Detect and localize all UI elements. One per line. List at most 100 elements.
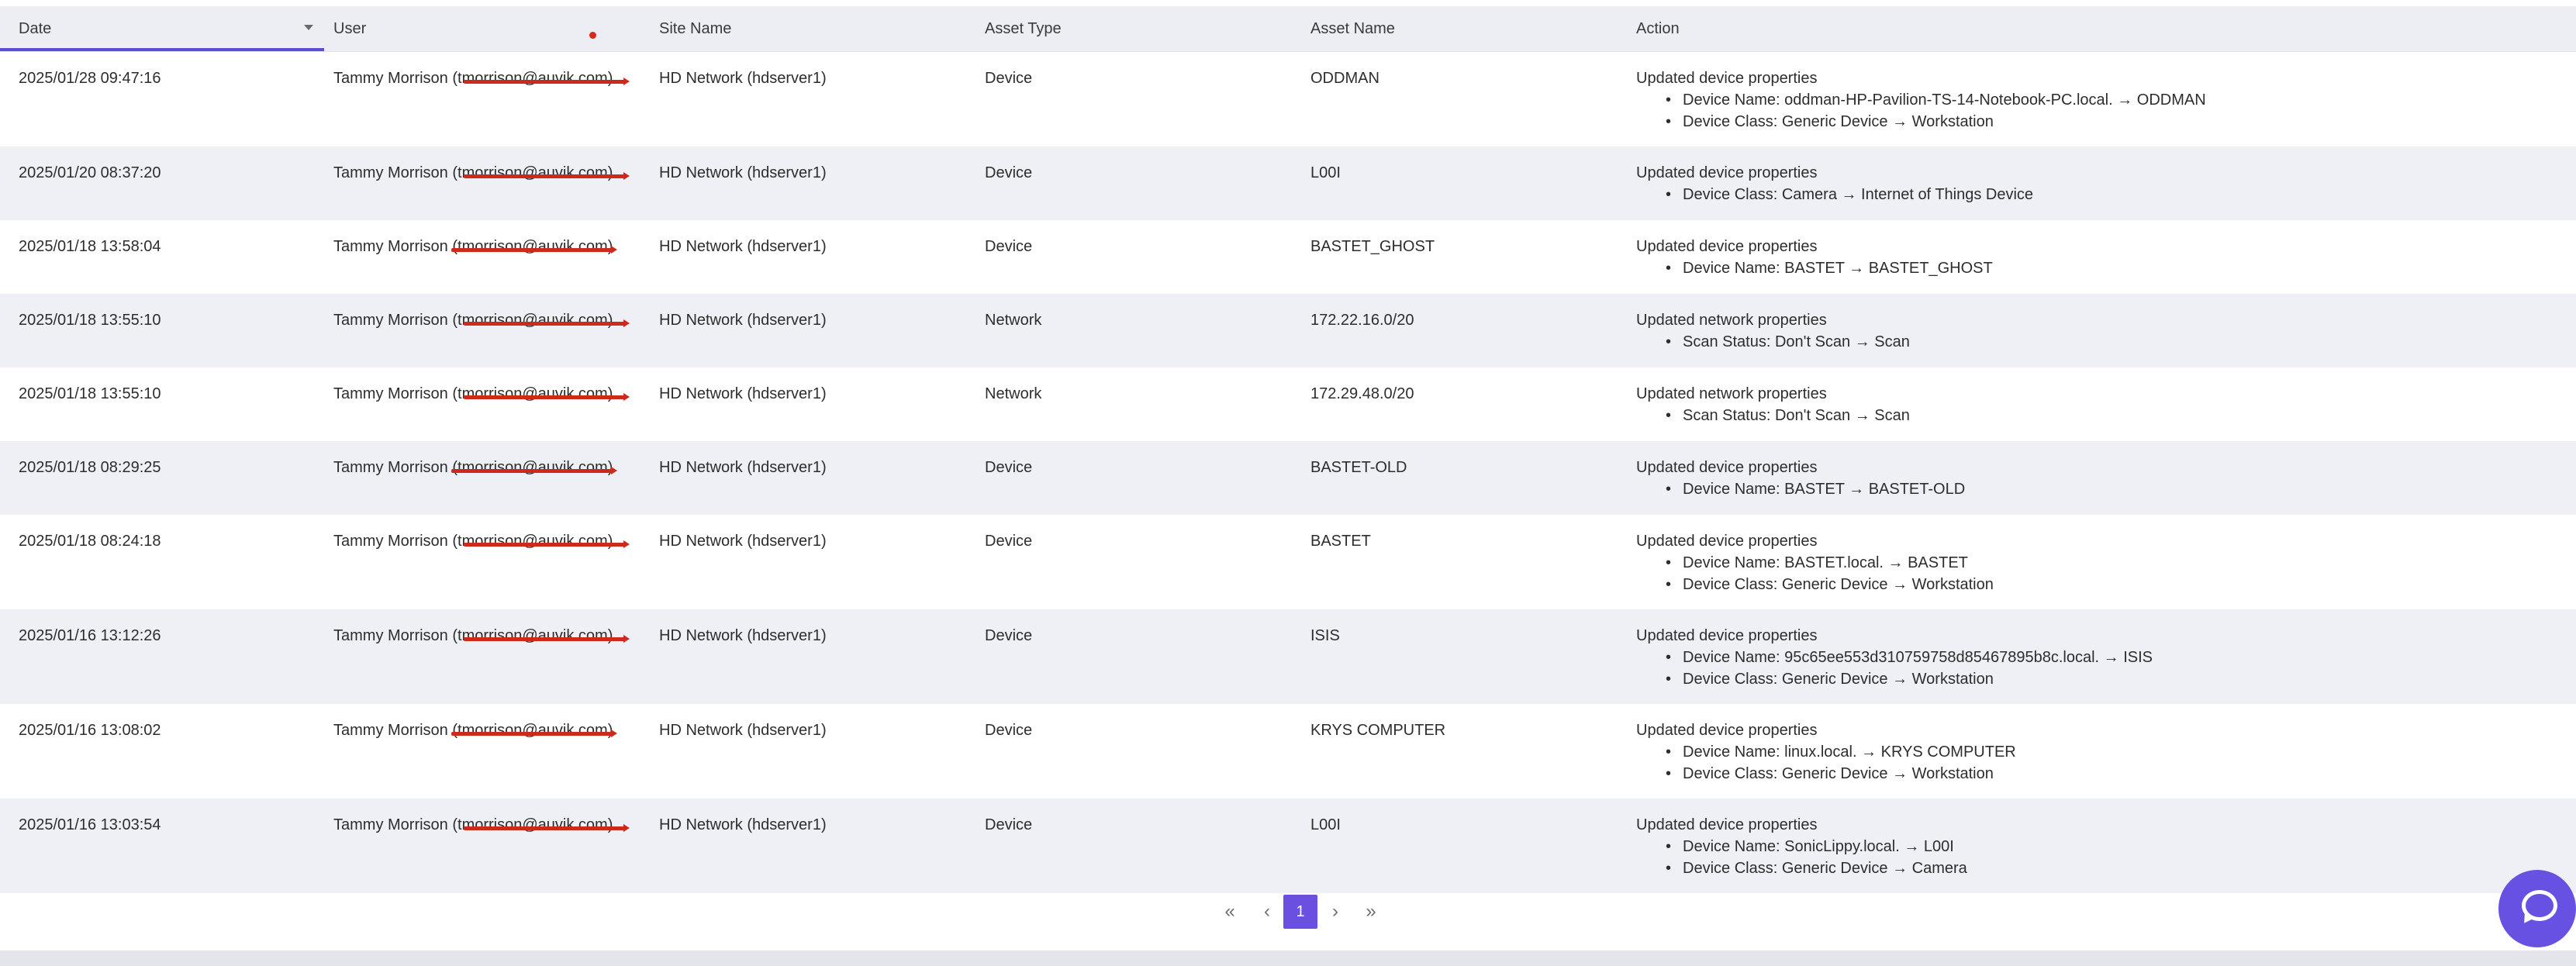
asset-name-cell: BASTET-OLD bbox=[1310, 459, 1407, 476]
pagination: « ‹ 1 › » bbox=[0, 892, 2576, 935]
action-cell: Updated device properties Device Name: BA… bbox=[1636, 530, 1994, 595]
last-page-icon[interactable]: » bbox=[1354, 895, 1388, 929]
redaction-mark bbox=[464, 824, 630, 832]
user-cell: Tammy Morrison (tmorrison@auvik.com) bbox=[333, 383, 630, 405]
site-name-cell: HD Network (hdserver1) bbox=[659, 385, 827, 402]
table-row[interactable]: 2025/01/20 08:37:20 Tammy Morrison (tmorr… bbox=[0, 147, 2576, 220]
action-cell: Updated device properties Device Name: BA… bbox=[1636, 236, 1993, 279]
column-header-date-label: Date bbox=[19, 20, 52, 37]
date-cell: 2025/01/18 08:29:25 bbox=[19, 459, 161, 476]
action-summary: Updated device properties bbox=[1636, 70, 1818, 87]
redaction-mark bbox=[451, 467, 617, 474]
action-detail-item: Device Name: linux.local. → KRYS COMPUTE… bbox=[1636, 741, 2016, 763]
table-row[interactable]: 2025/01/18 08:29:25 Tammy Morrison (tmorr… bbox=[0, 441, 2576, 515]
site-name-cell: HD Network (hdserver1) bbox=[659, 164, 827, 181]
action-summary: Updated device properties bbox=[1636, 459, 1818, 476]
action-cell: Updated device properties Device Name: BA… bbox=[1636, 457, 1965, 500]
action-detail-item: Scan Status: Don't Scan → Scan bbox=[1636, 331, 1910, 353]
asset-type-cell: Network bbox=[985, 385, 1042, 402]
table-row[interactable]: 2025/01/18 08:24:18 Tammy Morrison (tmorr… bbox=[0, 515, 2576, 609]
date-cell: 2025/01/18 13:58:04 bbox=[19, 238, 161, 255]
action-details-list: Scan Status: Don't Scan → Scan bbox=[1636, 405, 1910, 426]
action-details-list: Device Class: Camera → Internet of Thing… bbox=[1636, 184, 2033, 205]
column-header-user[interactable]: User bbox=[324, 6, 650, 51]
site-name-cell: HD Network (hdserver1) bbox=[659, 238, 827, 255]
date-cell: 2025/01/18 13:55:10 bbox=[19, 312, 161, 329]
action-cell: Updated network properties Scan Status: D… bbox=[1636, 383, 1910, 426]
action-detail-item: Device Name: SonicLippy.local. → L00I bbox=[1636, 836, 1967, 857]
table-row[interactable]: 2025/01/18 13:58:04 Tammy Morrison (tmorr… bbox=[0, 220, 2576, 294]
user-text: Tammy Morrison (tmorrison@auvik.com) bbox=[333, 533, 613, 550]
user-cell: Tammy Morrison (tmorrison@auvik.com) bbox=[333, 162, 630, 184]
action-cell: Updated device properties Device Class: C… bbox=[1636, 162, 2033, 205]
asset-type-cell: Network bbox=[985, 312, 1042, 329]
action-cell: Updated device properties Device Name: od… bbox=[1636, 67, 2206, 133]
date-cell: 2025/01/18 13:55:10 bbox=[19, 385, 161, 402]
table-row[interactable]: 2025/01/16 13:12:26 Tammy Morrison (tmorr… bbox=[0, 609, 2576, 704]
date-cell: 2025/01/18 08:24:18 bbox=[19, 533, 161, 550]
user-text: Tammy Morrison (tmorrison@auvik.com) bbox=[333, 238, 613, 255]
column-header-site-name[interactable]: Site Name bbox=[650, 6, 975, 51]
action-detail-item: Device Name: BASTET.local. → BASTET bbox=[1636, 552, 1994, 574]
first-page-icon[interactable]: « bbox=[1213, 895, 1247, 929]
site-name-cell: HD Network (hdserver1) bbox=[659, 816, 827, 833]
date-cell: 2025/01/28 09:47:16 bbox=[19, 70, 161, 87]
action-detail-item: Device Class: Generic Device → Workstati… bbox=[1636, 111, 2206, 133]
action-details-list: Device Name: BASTET.local. → BASTETDevic… bbox=[1636, 552, 1994, 595]
footer-bar bbox=[0, 950, 2576, 966]
action-details-list: Scan Status: Don't Scan → Scan bbox=[1636, 331, 1910, 353]
table-row[interactable]: 2025/01/28 09:47:16 Tammy Morrison (tmorr… bbox=[0, 52, 2576, 147]
column-header-date[interactable]: Date bbox=[0, 6, 324, 51]
table-row[interactable]: 2025/01/16 13:08:02 Tammy Morrison (tmorr… bbox=[0, 704, 2576, 799]
asset-name-cell: ODDMAN bbox=[1310, 70, 1380, 87]
table-header: Date User Site Name Asset Type Asset Nam… bbox=[0, 6, 2576, 52]
page-button-current[interactable]: 1 bbox=[1283, 895, 1317, 929]
column-header-asset-label: Asset Name bbox=[1310, 20, 1395, 37]
redaction-mark bbox=[451, 730, 617, 737]
asset-name-cell: L00I bbox=[1310, 816, 1341, 833]
user-text: Tammy Morrison (tmorrison@auvik.com) bbox=[333, 459, 613, 476]
chat-launcher-button[interactable] bbox=[2498, 870, 2576, 947]
column-header-asset-name[interactable]: Asset Name bbox=[1301, 6, 1627, 51]
action-details-list: Device Name: 95c65ee553d310759758d854678… bbox=[1636, 647, 2153, 690]
asset-type-cell: Device bbox=[985, 70, 1033, 87]
column-header-asset-type[interactable]: Asset Type bbox=[975, 6, 1301, 51]
date-cell: 2025/01/16 13:03:54 bbox=[19, 816, 161, 833]
action-detail-item: Device Class: Camera → Internet of Thing… bbox=[1636, 184, 2033, 205]
redaction-mark bbox=[464, 78, 630, 85]
action-detail-item: Device Name: oddman-HP-Pavilion-TS-14-No… bbox=[1636, 89, 2206, 111]
action-cell: Updated network properties Scan Status: D… bbox=[1636, 309, 1910, 353]
sort-desc-icon[interactable] bbox=[304, 25, 313, 30]
asset-type-cell: Device bbox=[985, 164, 1033, 181]
user-cell: Tammy Morrison (tmorrison@auvik.com) bbox=[333, 625, 630, 647]
redaction-mark bbox=[464, 172, 630, 180]
top-strip bbox=[0, 0, 2576, 6]
action-details-list: Device Name: SonicLippy.local. → L00IDev… bbox=[1636, 836, 1967, 879]
column-header-type-label: Asset Type bbox=[985, 20, 1062, 37]
asset-type-cell: Device bbox=[985, 459, 1033, 476]
action-details-list: Device Name: linux.local. → KRYS COMPUTE… bbox=[1636, 741, 2016, 785]
asset-type-cell: Device bbox=[985, 238, 1033, 255]
action-details-list: Device Name: BASTET → BASTET_GHOST bbox=[1636, 257, 1993, 279]
asset-type-cell: Device bbox=[985, 722, 1033, 739]
column-header-action[interactable]: Action bbox=[1627, 6, 2576, 51]
asset-name-cell: KRYS COMPUTER bbox=[1310, 722, 1446, 739]
user-text: Tammy Morrison (tmorrison@auvik.com) bbox=[333, 627, 613, 644]
table-row[interactable]: 2025/01/18 13:55:10 Tammy Morrison (tmorr… bbox=[0, 294, 2576, 367]
user-cell: Tammy Morrison (tmorrison@auvik.com) bbox=[333, 814, 630, 836]
table-row[interactable]: 2025/01/18 13:55:10 Tammy Morrison (tmorr… bbox=[0, 367, 2576, 441]
annotation-dot bbox=[589, 32, 596, 39]
action-details-list: Device Name: BASTET → BASTET-OLD bbox=[1636, 478, 1965, 500]
site-name-cell: HD Network (hdserver1) bbox=[659, 459, 827, 476]
date-cell: 2025/01/16 13:08:02 bbox=[19, 722, 161, 739]
action-details-list: Device Name: oddman-HP-Pavilion-TS-14-No… bbox=[1636, 89, 2206, 133]
redaction-mark bbox=[464, 540, 630, 548]
column-header-user-label: User bbox=[333, 20, 367, 37]
action-summary: Updated device properties bbox=[1636, 238, 1818, 255]
next-page-icon[interactable]: › bbox=[1318, 895, 1352, 929]
action-cell: Updated device properties Device Name: So… bbox=[1636, 814, 1967, 879]
table-row[interactable]: 2025/01/16 13:03:54 Tammy Morrison (tmorr… bbox=[0, 799, 2576, 893]
asset-name-cell: BASTET bbox=[1310, 533, 1371, 550]
previous-page-icon[interactable]: ‹ bbox=[1250, 895, 1284, 929]
action-cell: Updated device properties Device Name: li… bbox=[1636, 719, 2016, 785]
